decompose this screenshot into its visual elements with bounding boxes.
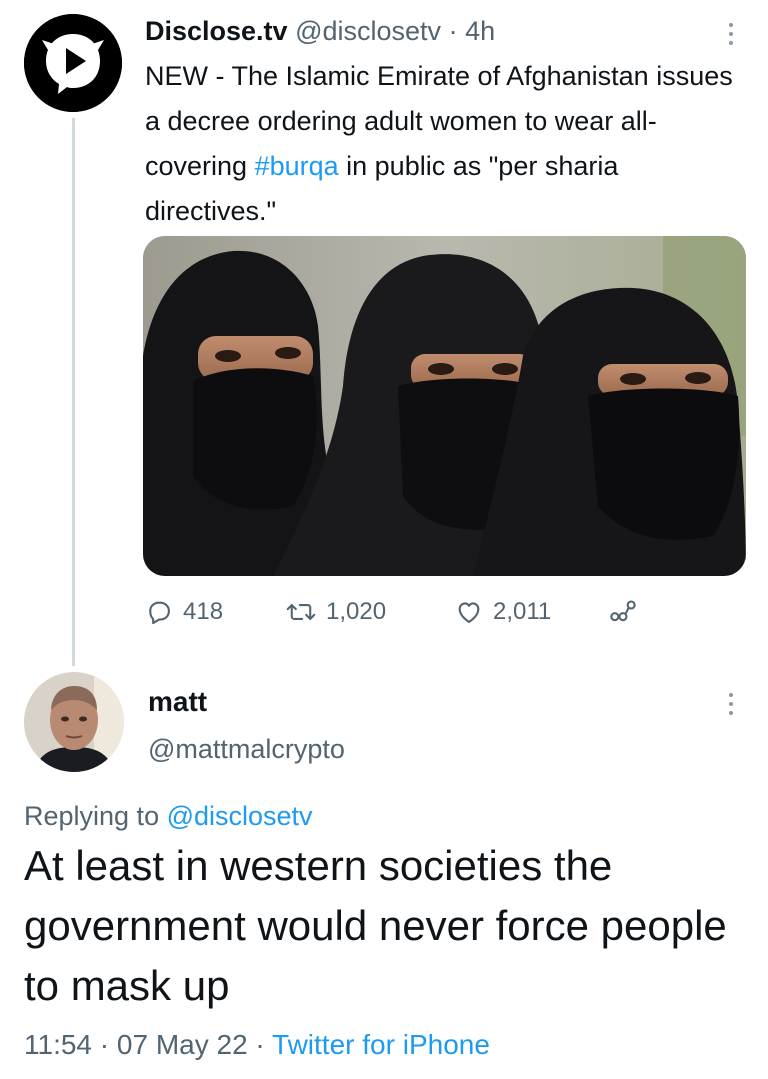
like-button[interactable]: 2,011 xyxy=(455,588,551,636)
meta-separator: · xyxy=(448,16,458,46)
tweet-text: NEW - The Islamic Emirate of Afghanistan… xyxy=(145,54,755,234)
reply-button[interactable]: 418 xyxy=(145,588,223,636)
reply-icon xyxy=(149,601,170,625)
reply-date[interactable]: 07 May 22 xyxy=(117,1029,248,1060)
retweet-icon xyxy=(286,604,316,620)
footer-separator: · xyxy=(255,1029,265,1060)
retweet-count: 1,020 xyxy=(326,598,387,625)
share-button[interactable] xyxy=(608,588,638,636)
reply-count: 418 xyxy=(183,598,224,625)
more-options-icon[interactable] xyxy=(721,14,741,54)
tweet-header: Disclose.tv @disclosetv · 4h xyxy=(145,12,495,50)
reply-author-handle[interactable]: @mattmalcrypto xyxy=(148,730,345,768)
replying-handle-link[interactable]: @disclosetv xyxy=(167,801,313,831)
author-handle[interactable]: @disclosetv xyxy=(295,16,441,46)
tweet-time[interactable]: 4h xyxy=(465,16,495,46)
reply-text: At least in western societies the govern… xyxy=(24,842,727,1009)
thread-connector-line xyxy=(72,118,75,666)
retweet-button[interactable]: 1,020 xyxy=(286,588,386,636)
author-name[interactable]: Disclose.tv xyxy=(145,16,288,46)
reply-source-link[interactable]: Twitter for iPhone xyxy=(272,1029,490,1060)
footer-separator: · xyxy=(99,1029,110,1060)
heart-icon xyxy=(458,602,480,623)
replying-to: Replying to @disclosetv xyxy=(24,797,313,835)
photo-women-in-niqab xyxy=(143,236,746,576)
disclose-avatar[interactable] xyxy=(24,14,122,112)
reply-more-options-icon[interactable] xyxy=(721,684,741,724)
share-icon xyxy=(610,600,636,622)
reply-time[interactable]: 11:54 xyxy=(24,1029,92,1060)
replying-label: Replying to xyxy=(24,801,167,831)
reply-author-name[interactable]: matt xyxy=(148,683,207,721)
tweet-photo[interactable] xyxy=(143,236,746,576)
like-count: 2,011 xyxy=(493,598,552,625)
avatar-photo xyxy=(24,672,124,772)
hashtag-link[interactable]: #burqa xyxy=(255,151,339,181)
reply-footer: 11:54 · 07 May 22 · Twitter for iPhone xyxy=(24,1026,490,1064)
disclose-logo-icon xyxy=(24,14,122,112)
matt-avatar[interactable] xyxy=(24,672,124,772)
